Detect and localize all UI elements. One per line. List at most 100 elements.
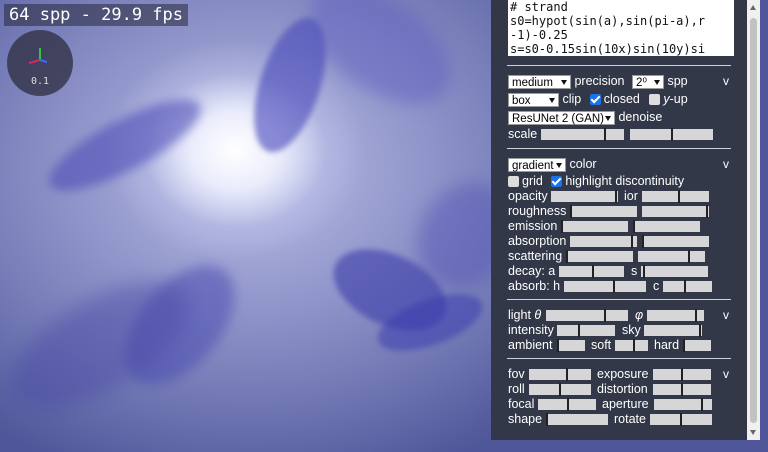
roll-slider[interactable] [529,383,591,396]
highlight-checkbox[interactable] [551,176,563,188]
slider-thumb[interactable] [681,383,683,396]
exposure-slider[interactable] [653,368,711,381]
sky-slider[interactable] [644,324,702,337]
hard-label: hard [654,338,680,352]
intensity-slider[interactable] [557,324,615,337]
hard-slider[interactable] [682,339,711,352]
rotate-slider[interactable] [650,413,712,426]
divider [507,148,731,149]
slider-thumb[interactable] [683,280,686,293]
aperture-label: aperture [602,397,649,411]
opacity-slider[interactable] [551,190,618,203]
ior-slider[interactable] [642,190,709,203]
ambient-slider[interactable] [556,339,585,352]
scroll-thumb[interactable] [750,18,757,423]
fov-slider[interactable] [529,368,591,381]
divider [507,65,731,66]
theta-symbol: θ [534,308,542,322]
slider-thumb[interactable] [695,309,698,322]
clip-label: clip [562,92,582,106]
slider-thumb[interactable] [556,339,559,352]
scattering-secondary-slider[interactable] [638,250,705,263]
material-collapse-icon[interactable]: v [723,156,729,172]
slider-thumb[interactable] [578,324,581,337]
emission-slider[interactable] [561,220,628,233]
focal-slider[interactable] [538,398,596,411]
slider-thumb[interactable] [567,398,570,411]
slider-thumb[interactable] [613,280,616,293]
slider-thumb[interactable] [700,398,703,411]
slider-thumb[interactable] [591,265,594,278]
intensity-label: intensity [508,323,554,337]
slider-thumb[interactable] [687,250,690,263]
grid-checkbox[interactable] [508,176,519,188]
light-collapse-icon[interactable]: v [723,307,729,323]
settings-panel: # strand s0=hypot(sin(a),sin(pi-a),r -1)… [491,0,747,440]
absorption-secondary-slider[interactable] [642,235,709,248]
decay-s-slider[interactable] [641,265,708,278]
slider-thumb[interactable] [546,413,549,426]
emission-secondary-slider[interactable] [633,220,700,233]
slider-thumb[interactable] [570,205,573,218]
absorb-h-slider[interactable] [564,280,646,293]
light-theta-slider[interactable] [546,309,628,322]
roughness-secondary-slider[interactable] [642,205,709,218]
axis-gizmo[interactable]: 0.1 [7,30,73,96]
grid-row: grid highlight discontinuity [508,173,684,189]
scroll-down-icon[interactable] [750,430,756,435]
slider-thumb[interactable] [631,235,634,248]
scale-slider[interactable] [541,128,624,141]
spp-select[interactable]: 2⁰ [632,74,664,89]
scattering-label: scattering [508,249,563,263]
clip-select[interactable]: box [508,92,559,107]
slider-thumb[interactable] [566,368,569,381]
slider-thumb[interactable] [561,220,564,233]
slider-thumb[interactable] [566,250,569,263]
scroll-up-icon[interactable] [750,5,756,10]
clip-row: box clip closed y-up [508,91,688,107]
slider-thumb[interactable] [614,190,617,203]
denoise-select[interactable]: ResUNet 2 (GAN) [508,110,615,125]
roughness-slider[interactable] [570,205,637,218]
slider-thumb[interactable] [559,383,561,396]
scattering-slider[interactable] [566,250,633,263]
slider-thumb[interactable] [680,413,682,426]
precision-select[interactable]: medium [508,74,571,89]
exposure-label: exposure [597,367,649,381]
soft-slider[interactable] [615,339,648,352]
slider-thumb[interactable] [699,324,702,337]
color-select[interactable]: gradient [508,157,566,172]
slider-thumb[interactable] [643,265,646,278]
light-phi-slider[interactable] [647,309,704,322]
slider-thumb[interactable] [603,128,606,141]
y-up-checkbox[interactable] [649,94,661,106]
roughness-label: roughness [508,204,567,218]
slider-thumb[interactable] [681,368,683,381]
light-theta-label: light θ [508,307,541,323]
slider-thumb[interactable] [642,235,645,248]
decay-a-slider[interactable] [559,265,624,278]
render-collapse-icon[interactable]: v [723,73,729,89]
code-editor[interactable]: # strand s0=hypot(sin(a),sin(pi-a),r -1)… [508,0,734,56]
absorption-slider[interactable] [570,235,637,248]
absorb-h-label: absorb: h [508,279,561,293]
slider-thumb[interactable] [705,205,708,218]
slider-thumb[interactable] [604,309,607,322]
aperture-slider[interactable] [654,398,712,411]
closed-checkbox[interactable] [589,94,601,106]
slider-thumb[interactable] [670,128,673,141]
slider-thumb[interactable] [677,190,680,203]
phi-symbol: φ [635,307,643,323]
absorb-c-slider[interactable] [663,280,712,293]
camera-collapse-icon[interactable]: v [723,366,729,382]
panel-scrollbar[interactable] [747,0,760,440]
precision-row: medium precision 2⁰ spp [508,73,688,89]
slider-thumb[interactable] [633,339,636,352]
scale-secondary-slider[interactable] [630,128,713,141]
color-label: color [569,157,597,171]
distortion-slider[interactable] [653,383,711,396]
shape-slider[interactable] [546,413,608,426]
slider-thumb[interactable] [633,220,636,233]
slider-thumb[interactable] [682,339,685,352]
color-row: gradient color [508,156,597,172]
